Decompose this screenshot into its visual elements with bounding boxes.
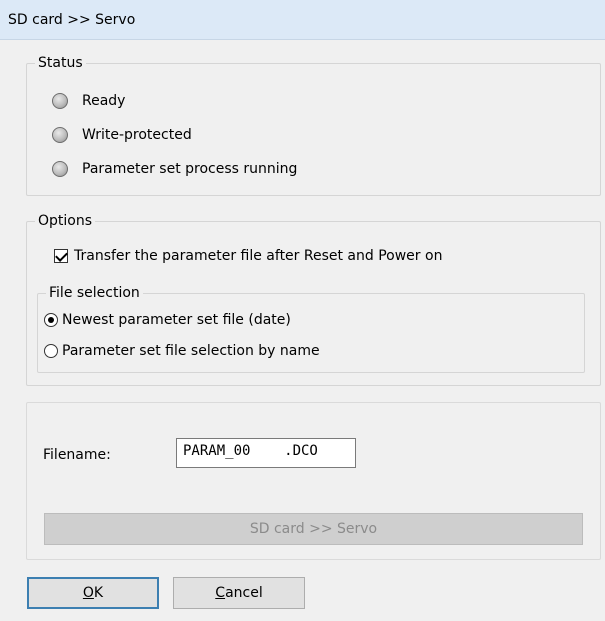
newest-file-radio-label[interactable]: Newest parameter set file (date) <box>62 311 291 329</box>
options-group-label: Options <box>35 212 96 230</box>
file-selection-group-label: File selection <box>46 284 143 302</box>
ok-button-label: OK <box>82 585 104 601</box>
transfer-checkbox-label[interactable]: Transfer the parameter file after Reset … <box>74 247 442 265</box>
newest-file-radio[interactable] <box>44 313 58 327</box>
process-running-label: Parameter set process running <box>82 161 298 177</box>
ready-label: Ready <box>82 93 126 109</box>
transfer-checkbox[interactable] <box>54 249 68 263</box>
select-by-name-radio[interactable] <box>44 344 58 358</box>
status-group: Status Ready Write-protected Parameter s… <box>26 54 601 196</box>
filename-label: Filename: <box>43 447 111 463</box>
dialog-window: SD card >> Servo Status Ready Write-prot… <box>0 0 605 621</box>
filename-group: Filename: PARAM_00 .DCO SD card >> Servo <box>26 402 601 560</box>
cancel-button[interactable]: Cancel <box>173 577 305 609</box>
select-by-name-radio-label[interactable]: Parameter set file selection by name <box>62 342 320 360</box>
title-bar[interactable]: SD card >> Servo <box>0 0 605 40</box>
write-protected-indicator-icon <box>52 127 68 143</box>
status-group-label: Status <box>35 54 86 72</box>
sd-card-to-servo-button[interactable]: SD card >> Servo <box>44 513 583 545</box>
write-protected-label: Write-protected <box>82 127 192 143</box>
window-title: SD card >> Servo <box>8 11 136 28</box>
sd-card-to-servo-button-label: SD card >> Servo <box>249 521 378 537</box>
file-selection-group: File selection Newest parameter set file… <box>37 284 585 373</box>
cancel-button-label: Cancel <box>215 585 263 601</box>
process-running-indicator-icon <box>52 161 68 177</box>
ready-indicator-icon <box>52 93 68 109</box>
ok-button[interactable]: OK <box>27 577 159 609</box>
filename-field[interactable]: PARAM_00 .DCO <box>176 438 356 468</box>
options-group: Options Transfer the parameter file afte… <box>26 212 601 386</box>
